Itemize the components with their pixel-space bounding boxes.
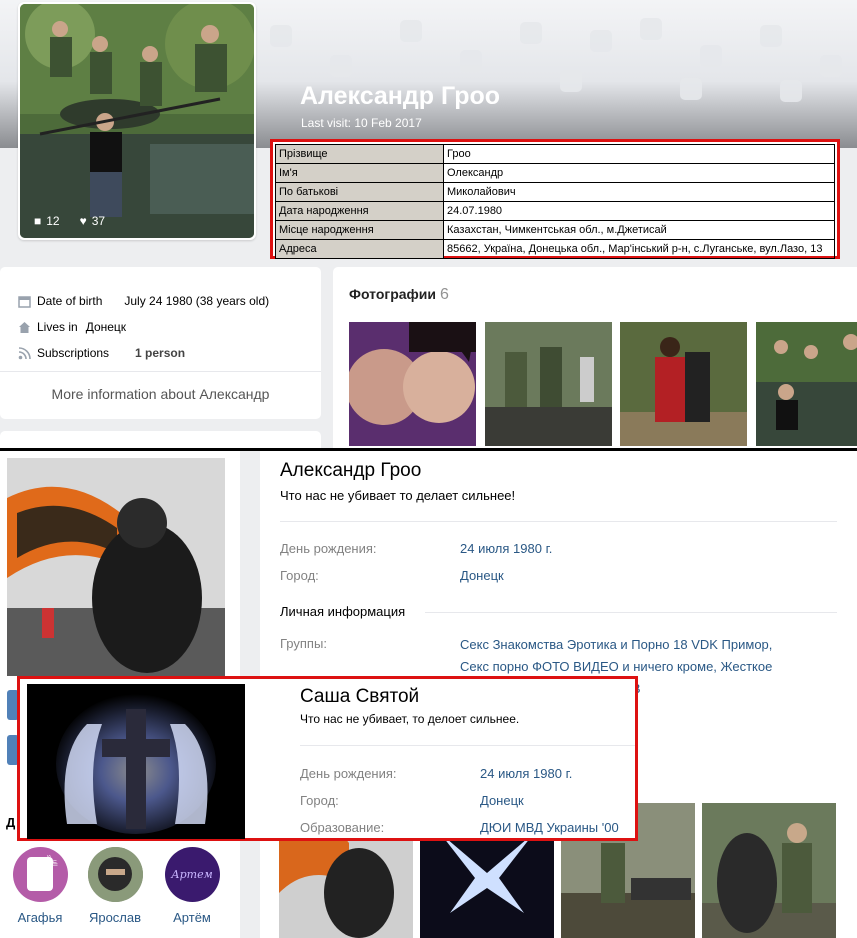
bio-key: Дата народження <box>275 201 444 221</box>
subs-value[interactable]: 1 person <box>135 346 185 360</box>
city-value[interactable]: Донецк <box>460 568 504 583</box>
photos-card: Фотографии 6 <box>333 267 857 450</box>
bio-key: Прізвище <box>275 144 444 164</box>
heart-icon: ♥ <box>79 214 87 228</box>
group-link[interactable]: Секс порно ФОТО ВИДЕО и ничего кроме, Же… <box>460 656 845 678</box>
profile-name: Александр Гроо <box>280 460 422 481</box>
home-icon <box>19 321 30 333</box>
profile-avatar-dark-soldier[interactable] <box>7 458 225 676</box>
profile-avatar-cross-hands[interactable] <box>27 684 245 839</box>
bio-row: Ім'я Олександр <box>275 163 835 183</box>
second-profile-highlight: Саша Святой Что нас не убивает, то делое… <box>17 676 638 841</box>
friend-avatar[interactable] <box>87 847 143 902</box>
subs-label: Subscriptions <box>37 346 110 360</box>
education-label: Образование: <box>300 820 385 835</box>
city-value[interactable]: Донецк <box>480 793 524 808</box>
bio-key: По батькові <box>275 182 444 202</box>
divider <box>300 745 635 746</box>
friend-name[interactable]: Агафья <box>10 910 70 925</box>
profile-status: Что нас не убивает, то делоет сильнее. <box>300 712 520 726</box>
birthday-label: День рождения: <box>280 541 377 556</box>
birth-label: Date of birth <box>37 294 103 308</box>
friend-yaroslav[interactable]: Ярослав <box>85 847 145 925</box>
comment-icon: ■ <box>34 214 42 228</box>
birthday-label: День рождения: <box>300 766 397 781</box>
lives-label: Lives in <box>37 320 78 334</box>
comments-count[interactable]: ■ 12 <box>34 214 60 228</box>
friend-artem[interactable]: Артем Артём <box>162 847 222 925</box>
photo-thumb-soldiers-tank[interactable] <box>756 322 857 446</box>
birthday-value[interactable]: 24 июля 1980 г. <box>460 541 552 556</box>
bio-value: Казахстан, Чимкентськая обл., м.Джетисай <box>443 220 835 240</box>
photo-thumb-woman-red-dress[interactable] <box>620 322 747 446</box>
avatar-card[interactable]: ■ 12 ♥ 37 <box>18 2 256 240</box>
friends-title[interactable]: Д <box>6 815 15 830</box>
top-profile-panel: ■ 12 ♥ 37 Александр Гроо Last visit: 10 Fe… <box>0 0 857 450</box>
subs-row: Subscriptions 1 person <box>18 346 185 360</box>
photo-thumb-soldiers[interactable] <box>485 322 612 446</box>
last-visit: Last visit: 10 Feb 2017 <box>301 116 422 130</box>
info-card: Date of birth July 24 1980 (38 years old… <box>0 267 321 419</box>
divider <box>425 612 837 613</box>
friend-name[interactable]: Ярослав <box>85 910 145 925</box>
photos-count: 6 <box>440 286 449 303</box>
birthday-value[interactable]: 24 июля 1980 г. <box>480 766 572 781</box>
bio-row: Адреса 85662, Україна, Донецька обл., Мар… <box>275 239 835 259</box>
bio-value: Гроо <box>443 144 835 164</box>
city-label: Город: <box>300 793 339 808</box>
profile-name: Александр Гроо <box>300 82 501 110</box>
bio-highlight-box: Прізвище Гроо Ім'я Олександр По батькові Ми… <box>270 139 840 259</box>
profile-status: Что нас не убивает то делает сильнее! <box>280 488 516 503</box>
profile-avatar-soldiers-on-tank[interactable]: ■ 12 ♥ 37 <box>20 4 254 238</box>
birth-value[interactable]: July 24 1980 (38 years old) <box>124 294 269 308</box>
group-link[interactable]: Секс Знакомства Эротика и Порно 18 VDK П… <box>460 634 845 656</box>
bio-row: Місце народження Казахстан, Чимкентськая … <box>275 220 835 240</box>
education-value[interactable]: ДЮИ МВД Украины '00 <box>480 820 619 835</box>
city-label: Город: <box>280 568 319 583</box>
friend-agafya[interactable]: ull servic Агафья <box>10 847 70 925</box>
bio-value: 24.07.1980 <box>443 201 835 221</box>
friend-avatar[interactable]: Артем <box>164 847 220 902</box>
lives-row: Lives in Донецк <box>18 320 126 334</box>
divider <box>280 521 837 522</box>
bio-row: Прізвище Гроо <box>275 144 835 164</box>
groups-label: Группы: <box>280 636 327 651</box>
birth-row: Date of birth July 24 1980 (38 years old… <box>18 294 269 308</box>
profile-name: Саша Святой <box>300 686 420 707</box>
bio-value: 85662, Україна, Донецька обл., Мар'інськ… <box>443 239 835 259</box>
photos-title[interactable]: Фотографии 6 <box>349 286 449 304</box>
bio-key: Ім'я <box>275 163 444 183</box>
bio-key: Місце народження <box>275 220 444 240</box>
photo-thumb-statue[interactable] <box>702 803 836 938</box>
likes-count[interactable]: ♥ 37 <box>80 214 105 228</box>
photo-thumb-couple[interactable] <box>349 322 476 446</box>
lives-value[interactable]: Донецк <box>86 320 126 334</box>
rss-icon <box>18 346 31 359</box>
bio-row: По батькові Миколайович <box>275 182 835 202</box>
bio-table: Прізвище Гроо Ім'я Олександр По батькові Ми… <box>275 144 835 259</box>
friend-name[interactable]: Артём <box>162 910 222 925</box>
bio-key: Адреса <box>275 239 444 259</box>
more-info-link[interactable]: More information about Александр <box>0 371 321 402</box>
bio-value: Миколайович <box>443 182 835 202</box>
personal-info-heading: Личная информация <box>280 604 406 619</box>
bio-row: Дата народження 24.07.1980 <box>275 201 835 221</box>
bio-value: Олександр <box>443 163 835 183</box>
calendar-icon <box>18 295 31 308</box>
friend-avatar[interactable]: ull servic <box>12 847 68 902</box>
